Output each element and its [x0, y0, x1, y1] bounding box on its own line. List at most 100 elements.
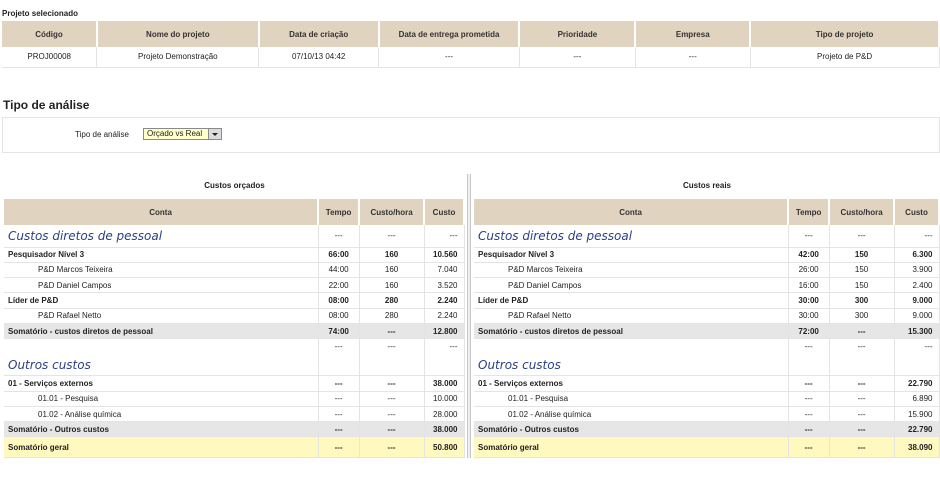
subtotal-row[interactable]: Somatório - custos diretos de pessoal 74:… — [4, 323, 465, 340]
cell-custo-hora: --- — [359, 391, 425, 407]
cell-conta: Custos diretos de pessoal — [4, 225, 319, 248]
table-row[interactable]: P&D Rafael Netto 30:00 300 9.000 — [474, 308, 940, 324]
selected-project-title: Projeto selecionado — [2, 9, 79, 18]
cell-conta: P&D Daniel Campos — [474, 277, 789, 294]
col-header-custo-hora[interactable]: Custo/hora — [829, 199, 896, 225]
cell-tempo: --- — [318, 338, 360, 354]
cell-custo-hora — [829, 353, 895, 377]
table-row[interactable]: P&D Daniel Campos 22:00 160 3.520 — [4, 277, 465, 294]
cell-tempo: 30:00 — [788, 292, 830, 309]
budget-costs-section: Custos orçados Conta Tempo Custo/hora Cu… — [4, 178, 465, 459]
cell-custo: 9.000 — [894, 292, 940, 309]
col-header-custo-hora[interactable]: Custo/hora — [359, 199, 426, 225]
cell-custo: 15.300 — [894, 323, 940, 340]
cell-custo-hora: --- — [359, 436, 425, 459]
category-row[interactable]: Outros custos — [4, 353, 465, 377]
col-header-data-criacao[interactable]: Data de criação — [258, 21, 380, 47]
col-header-custo[interactable]: Custo — [424, 199, 465, 225]
cell-custo-hora: --- — [829, 225, 895, 248]
table-row[interactable]: 01 - Serviços externos --- --- 38.000 — [4, 375, 465, 392]
cell-custo-hora: --- — [359, 338, 425, 354]
subtotal-row[interactable]: Somatório - custos diretos de pessoal 72:… — [474, 323, 940, 340]
cell-tempo: --- — [788, 338, 830, 354]
table-row[interactable]: PROJ00008 Projeto Demonstração 07/10/13 … — [2, 47, 940, 68]
col-header-conta[interactable]: Conta — [474, 199, 790, 225]
table-row[interactable]: 01 - Serviços externos --- --- 22.790 — [474, 375, 940, 392]
cell-custo: 6.890 — [894, 391, 940, 407]
cell-tempo: 66:00 — [318, 247, 360, 263]
col-header-nome[interactable]: Nome do projeto — [96, 21, 260, 47]
table-row[interactable]: --- --- --- — [474, 338, 940, 354]
cell-custo-hora: --- — [359, 375, 425, 392]
cell-empresa: --- — [635, 47, 751, 68]
split-divider[interactable] — [467, 174, 471, 458]
cell-custo: 38.000 — [424, 421, 465, 438]
cell-custo-hora: 300 — [829, 292, 895, 309]
cell-conta: Líder de P&D — [474, 292, 789, 309]
table-row[interactable]: P&D Rafael Netto 08:00 280 2.240 — [4, 308, 465, 324]
cell-custo: --- — [424, 338, 465, 354]
chevron-down-icon[interactable] — [208, 129, 221, 139]
col-header-conta[interactable]: Conta — [4, 199, 320, 225]
table-row[interactable]: P&D Marcos Teixeira 26:00 150 3.900 — [474, 262, 940, 279]
cell-custo: 10.000 — [424, 391, 465, 407]
table-row[interactable]: Pesquisador Nível 3 66:00 160 10.560 — [4, 247, 465, 263]
category-row[interactable]: Custos diretos de pessoal --- --- --- — [474, 225, 940, 248]
cell-custo: 28.000 — [424, 406, 465, 423]
table-row[interactable]: --- --- --- — [4, 338, 465, 354]
category-row[interactable]: Outros custos — [474, 353, 940, 377]
table-row[interactable]: 01.02 - Análise química --- --- 15.900 — [474, 406, 940, 423]
actual-table-header: Conta Tempo Custo/hora Custo — [474, 199, 940, 225]
cell-tempo — [788, 353, 830, 377]
table-row[interactable]: 01.02 - Análise química --- --- 28.000 — [4, 406, 465, 423]
cell-conta: Outros custos — [474, 353, 789, 377]
cell-conta: 01.01 - Pesquisa — [474, 391, 789, 407]
category-row[interactable]: Custos diretos de pessoal --- --- --- — [4, 225, 465, 248]
cell-custo-hora: --- — [359, 421, 425, 438]
actual-costs-section: Custos reais Conta Tempo Custo/hora Cust… — [474, 178, 940, 459]
cell-custo-hora: 150 — [829, 247, 895, 263]
table-row[interactable]: P&D Daniel Campos 16:00 150 2.400 — [474, 277, 940, 294]
cell-tempo: --- — [788, 391, 830, 407]
grand-total-row[interactable]: Somatório geral --- --- 50.800 — [4, 436, 465, 459]
col-header-codigo[interactable]: Código — [2, 21, 98, 47]
col-header-tempo[interactable]: Tempo — [318, 199, 361, 225]
col-header-custo[interactable]: Custo — [894, 199, 940, 225]
subtotal-row[interactable]: Somatório - Outros custos --- --- 22.790 — [474, 421, 940, 438]
table-row[interactable]: Líder de P&D 08:00 280 2.240 — [4, 292, 465, 309]
budget-table-header: Conta Tempo Custo/hora Custo — [4, 199, 465, 225]
subtotal-row[interactable]: Somatório - Outros custos --- --- 38.000 — [4, 421, 465, 438]
cell-tempo: 26:00 — [788, 262, 830, 279]
table-row[interactable]: 01.01 - Pesquisa --- --- 6.890 — [474, 391, 940, 407]
cell-tempo: --- — [318, 225, 360, 248]
cell-custo: 7.040 — [424, 262, 465, 279]
cell-custo-hora: --- — [359, 225, 425, 248]
col-header-tempo[interactable]: Tempo — [788, 199, 831, 225]
cell-tempo: 72:00 — [788, 323, 830, 340]
cell-conta: 01.02 - Análise química — [4, 406, 319, 423]
table-row[interactable]: P&D Marcos Teixeira 44:00 160 7.040 — [4, 262, 465, 279]
analysis-type-heading: Tipo de análise — [3, 98, 90, 112]
col-header-empresa[interactable]: Empresa — [635, 21, 752, 47]
table-row[interactable]: 01.01 - Pesquisa --- --- 10.000 — [4, 391, 465, 407]
cell-tempo: --- — [318, 436, 360, 459]
cell-conta: Somatório geral — [4, 436, 319, 459]
cell-conta: P&D Daniel Campos — [4, 277, 319, 294]
cell-custo: 38.090 — [894, 436, 940, 459]
cell-custo-hora: --- — [829, 421, 895, 438]
cell-data-criacao: 07/10/13 04:42 — [258, 47, 380, 68]
table-row[interactable]: Líder de P&D 30:00 300 9.000 — [474, 292, 940, 309]
table-row[interactable]: Pesquisador Nível 3 42:00 150 6.300 — [474, 247, 940, 263]
col-header-prioridade[interactable]: Prioridade — [519, 21, 637, 47]
project-table: Código Nome do projeto Data de criação D… — [2, 21, 940, 68]
cell-custo: 3.520 — [424, 277, 465, 294]
cell-custo-hora: --- — [829, 436, 895, 459]
col-header-data-entrega[interactable]: Data de entrega prometida — [378, 21, 521, 47]
cell-conta: Somatório geral — [474, 436, 789, 459]
cell-custo: 50.800 — [424, 436, 465, 459]
col-header-tipo[interactable]: Tipo de projeto — [750, 21, 940, 47]
grand-total-row[interactable]: Somatório geral --- --- 38.090 — [474, 436, 940, 459]
analysis-type-select[interactable]: Orçado vs Real — [143, 128, 222, 140]
cell-custo-hora: --- — [359, 406, 425, 423]
budget-costs-title: Custos orçados — [204, 181, 265, 190]
